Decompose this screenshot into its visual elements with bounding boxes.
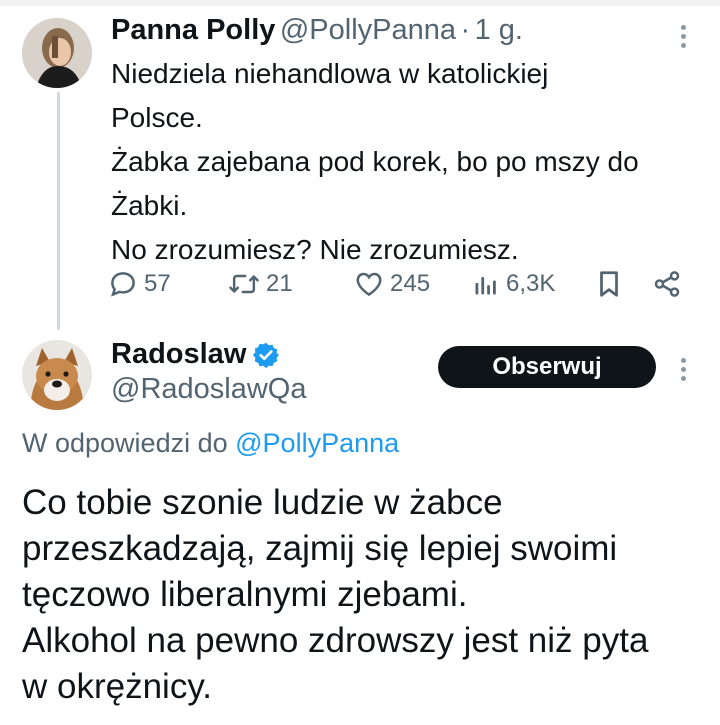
reply-to-link[interactable]: @PollyPanna <box>235 428 399 458</box>
tweet2-text-line: tęczowo liberalnymi zjebami. <box>22 575 468 614</box>
views-count: 6,3K <box>506 270 556 297</box>
tweet1-text-line: Niedziela niehandlowa w katolickiej <box>111 58 549 89</box>
views-icon <box>475 277 496 295</box>
avatar-radoslaw[interactable] <box>22 340 92 410</box>
tweet2-author-handle[interactable]: @RadoslawQa <box>111 373 306 406</box>
reply-prefix: W odpowiedzi do <box>22 428 228 458</box>
retweet-button[interactable]: 21 <box>228 262 293 306</box>
tweet1-author-handle[interactable]: @PollyPanna <box>280 14 456 46</box>
like-count: 245 <box>390 270 431 297</box>
tweet2-author-row: Radoslaw <box>111 338 280 371</box>
top-divider <box>0 0 720 6</box>
retweet-count: 21 <box>266 270 293 297</box>
tweet2-text-line: przeszkadzają, zajmij się lepiej swoimi <box>22 529 618 568</box>
reply-icon <box>111 272 135 297</box>
tweet1-text-line: Polsce. <box>111 102 203 133</box>
share-button[interactable] <box>652 262 682 306</box>
tweet1-separator: · <box>460 14 471 46</box>
like-button[interactable]: 245 <box>354 262 430 306</box>
share-icon <box>654 271 680 297</box>
tweet1-text: Niedziela niehandlowa w katolickiej Pols… <box>111 52 711 272</box>
tweet1-time[interactable]: 1 g. <box>475 14 523 46</box>
tweet1-text-line: Żabka zajebana pod korek, bo po mszy do <box>111 146 639 177</box>
reply-count: 57 <box>144 270 171 297</box>
reply-context: W odpowiedzi do @PollyPanna <box>22 428 399 459</box>
tweet2-text-line: w okrężnicy. <box>22 667 212 706</box>
tweet2-text-line: Co tobie szonie ludzie w żabce <box>22 483 503 522</box>
tweet2-more-icon[interactable] <box>681 358 689 385</box>
tweet2-author-name[interactable]: Radoslaw <box>111 338 246 371</box>
tweet2-text-line: Alkohol na pewno zdrowszy jest niż pyta <box>22 621 649 660</box>
retweet-icon <box>229 274 259 294</box>
like-icon <box>356 272 382 297</box>
tweet1-action-bar: 57 21 245 6,3K <box>108 262 698 306</box>
verified-badge-icon <box>253 342 280 368</box>
avatar-panna-polly[interactable] <box>22 18 92 88</box>
follow-button[interactable]: Obserwuj <box>438 346 656 388</box>
bookmark-icon <box>600 271 618 297</box>
bookmark-button[interactable] <box>596 262 622 306</box>
tweet2-text: Co tobie szonie ludzie w żabce przeszkad… <box>22 480 712 710</box>
tweet1-text-line: Żabki. <box>111 190 188 221</box>
reply-button[interactable]: 57 <box>108 262 171 306</box>
thread-line <box>57 92 60 330</box>
views-button[interactable]: 6,3K <box>472 262 555 306</box>
tweet1-author-name[interactable]: Panna Polly <box>111 14 275 46</box>
tweet1-header: Panna Polly @PollyPanna · 1 g. <box>111 14 523 47</box>
tweet1-more-icon[interactable] <box>681 25 689 52</box>
